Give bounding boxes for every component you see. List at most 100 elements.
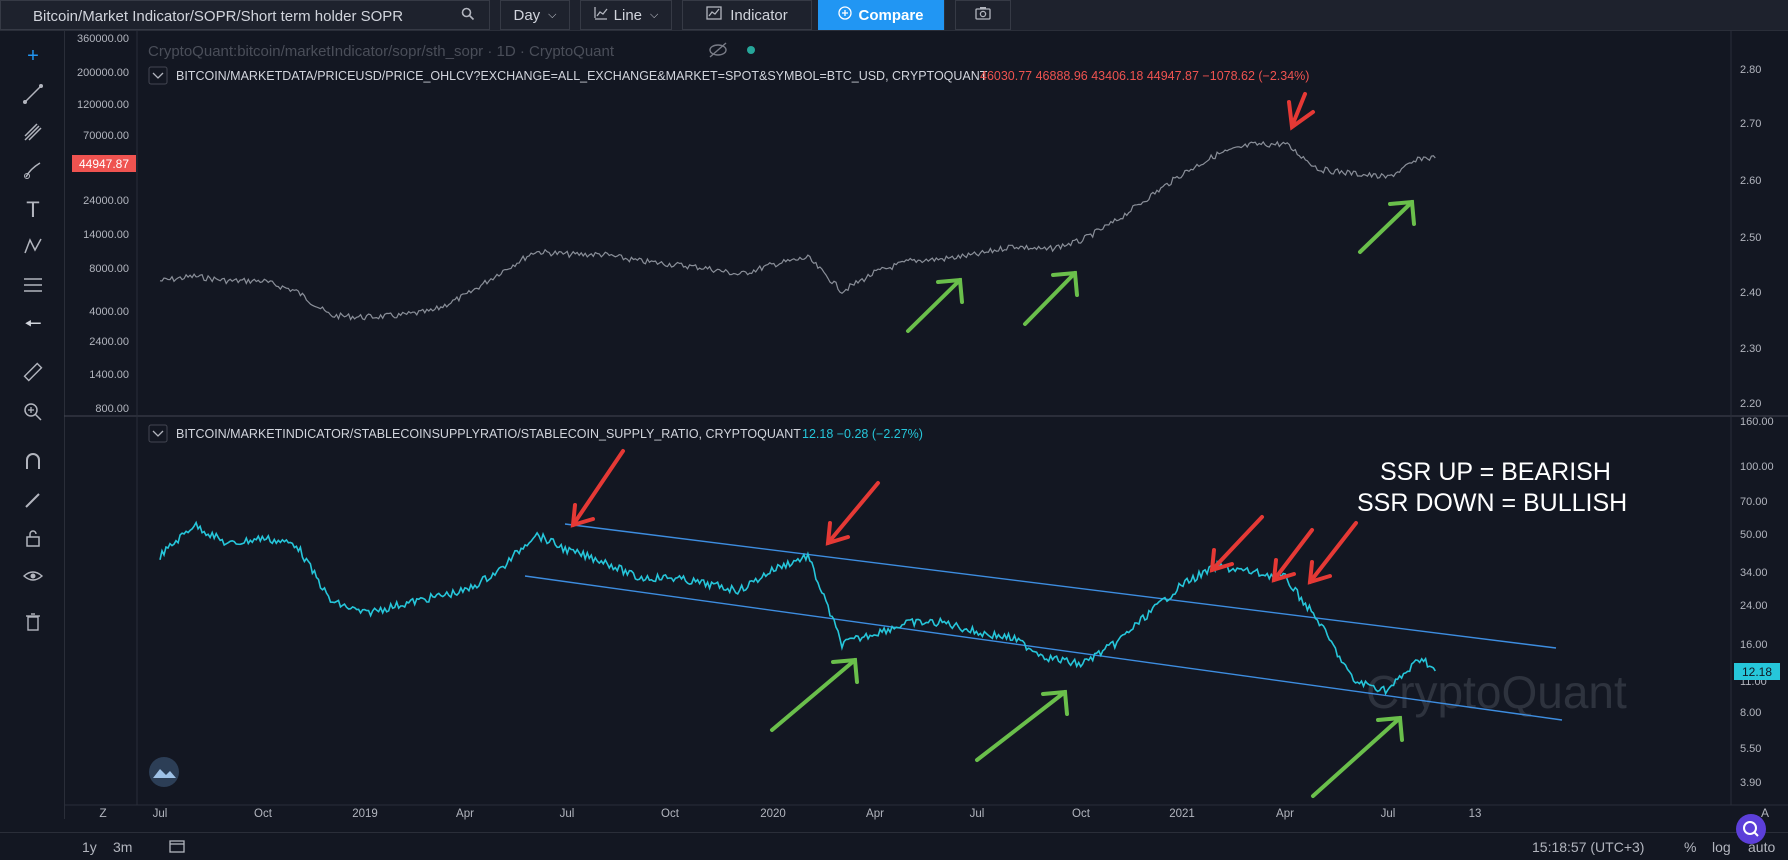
search-icon: [1743, 821, 1759, 837]
plus-circle-icon: [838, 6, 853, 24]
time-axis-label: Oct: [661, 808, 680, 820]
brush-icon[interactable]: [20, 159, 46, 185]
snapshot-button[interactable]: [955, 0, 1011, 30]
right-axis-label: 5.50: [1740, 743, 1761, 755]
lock-icon[interactable]: [20, 527, 46, 553]
time-axis-ticks: Jul Oct 2019 Apr Jul Oct 2020 Apr Jul Oct 2021 Apr J…: [153, 808, 1482, 820]
line-chart-icon: [593, 6, 608, 24]
right-axis-label: 3.90: [1740, 777, 1761, 789]
status-dot-icon: [747, 46, 755, 54]
green-arrow: [1358, 199, 1416, 254]
search-fab-button[interactable]: [1736, 814, 1766, 844]
left-axis-ticks: 360000.00 200000.00 120000.00 70000.00 40000…: [77, 33, 129, 415]
indicator-button[interactable]: Indicator: [682, 0, 812, 30]
right-axis-label: 11.00: [1740, 676, 1767, 688]
right-axis-label: 2.60: [1740, 175, 1761, 187]
trash-icon[interactable]: [20, 611, 46, 637]
cryptoquant-logo-icon: [149, 757, 179, 787]
search-icon[interactable]: [461, 7, 475, 25]
chart-style-dropdown[interactable]: Line ⌵: [580, 0, 672, 30]
percent-scale-button[interactable]: %: [1684, 839, 1696, 855]
channel-upper-line: [564, 523, 1557, 649]
left-axis-label: 1400.00: [89, 369, 129, 381]
red-arrow: [1307, 521, 1358, 585]
interval-dropdown[interactable]: Day ⌵: [500, 0, 570, 30]
chevron-down-icon: ⌵: [650, 8, 659, 21]
pane2-legend-symbol: BITCOIN/MARKETINDICATOR/STABLECOINSUPPLY…: [176, 427, 801, 441]
right-axis-label: 2.80: [1740, 64, 1761, 76]
clock-display[interactable]: 15:18:57 (UTC+3): [1532, 839, 1644, 855]
log-scale-button[interactable]: log: [1712, 839, 1731, 855]
time-axis-label: 2020: [760, 808, 786, 820]
measure-icon[interactable]: [20, 273, 46, 299]
right-axis-label: 16.00: [1740, 639, 1768, 651]
range-3m-button[interactable]: 3m: [113, 839, 132, 855]
back-arrow-icon[interactable]: 🠔: [20, 311, 46, 337]
left-axis-label: 70000.00: [83, 130, 129, 142]
ssr-series: [159, 520, 1436, 696]
channel-lower-line: [524, 575, 1563, 721]
time-axis-label: Apr: [456, 808, 474, 820]
chevron-down-icon: ⌵: [548, 8, 557, 21]
time-axis-label: Apr: [866, 808, 884, 820]
red-arrow: [1271, 528, 1314, 583]
pane2-legend-values: 12.18 −0.28 (−2.27%): [802, 427, 923, 441]
time-axis-label: Jul: [970, 808, 985, 820]
red-arrow: [1209, 515, 1264, 573]
chart-area[interactable]: CryptoQuant:bitcoin/marketIndicator/sopr…: [0, 0, 1788, 859]
right-axis-label: 8.00: [1740, 707, 1761, 719]
price-badge: 44947.87: [72, 155, 136, 172]
compare-button[interactable]: Compare: [818, 0, 945, 30]
crosshair-icon[interactable]: +: [20, 43, 46, 69]
time-axis-label: 2021: [1169, 808, 1195, 820]
right-axis-label: 160.00: [1740, 416, 1774, 428]
eye-off-icon: [709, 42, 727, 58]
red-arrow: [1287, 92, 1315, 131]
time-axis-label: Jul: [1381, 808, 1396, 820]
time-axis-label: 13: [1469, 808, 1482, 820]
ssr-badge-label: 12.18: [1742, 665, 1772, 679]
price-badge-label: 44947.87: [79, 157, 129, 171]
green-arrow: [1311, 715, 1404, 798]
annotation-ssr-up: SSR UP = BEARISH: [1380, 458, 1611, 486]
right-axis-label: 2.30: [1740, 343, 1761, 355]
text-tool-icon[interactable]: T: [20, 197, 46, 223]
left-axis-label: 2400.00: [89, 336, 129, 348]
compare-label: Compare: [858, 6, 924, 24]
date-range-icon[interactable]: [169, 839, 185, 856]
ssr-line: [159, 520, 1436, 696]
left-axis-label: 14000.00: [83, 229, 129, 241]
price-series: [159, 140, 1436, 321]
pitchfork-icon[interactable]: [20, 121, 46, 147]
magnet-icon[interactable]: [20, 451, 46, 477]
right-axis-label: 24.00: [1740, 600, 1768, 612]
pencil-lock-icon[interactable]: [20, 489, 46, 515]
pattern-icon[interactable]: [20, 235, 46, 261]
ruler-icon[interactable]: [20, 361, 46, 387]
symbol-search-input[interactable]: Bitcoin/Market Indicator/SOPR/Short term…: [0, 0, 490, 30]
green-arrow: [1023, 270, 1079, 326]
right-axis-label: 2.70: [1740, 118, 1761, 130]
time-axis-label: Oct: [254, 808, 273, 820]
time-axis-label: Apr: [1276, 808, 1294, 820]
eye-icon[interactable]: [20, 565, 46, 591]
red-arrow: [825, 481, 880, 546]
right-axis-label: 100.00: [1740, 461, 1774, 473]
right-axis-label: 2.50: [1740, 232, 1761, 244]
cryptoquant-watermark: CryptoQuant: [1366, 666, 1627, 718]
time-axis-label: Jul: [560, 808, 575, 820]
trend-line-icon[interactable]: [20, 83, 46, 109]
annotation-ssr-down: SSR DOWN = BULLISH: [1357, 489, 1627, 517]
symbol-search-value: Bitcoin/Market Indicator/SOPR/Short term…: [33, 8, 404, 25]
zoom-in-icon[interactable]: [20, 401, 46, 427]
range-1y-button[interactable]: 1y: [82, 839, 97, 855]
red-arrows: [1287, 92, 1315, 131]
right-axis-label: 2.40: [1740, 287, 1761, 299]
top-toolbar: Bitcoin/Market Indicator/SOPR/Short term…: [0, 0, 1788, 31]
left-axis-label: 360000.00: [77, 33, 129, 45]
collapse-legend-button: [148, 66, 168, 85]
indicator-label: Indicator: [730, 6, 788, 24]
right-axis-label: 2.20: [1740, 398, 1761, 410]
pane1-legend-values: 46030.77 46888.96 43406.18 44947.87 −107…: [980, 69, 1309, 83]
green-arrow: [770, 657, 859, 732]
